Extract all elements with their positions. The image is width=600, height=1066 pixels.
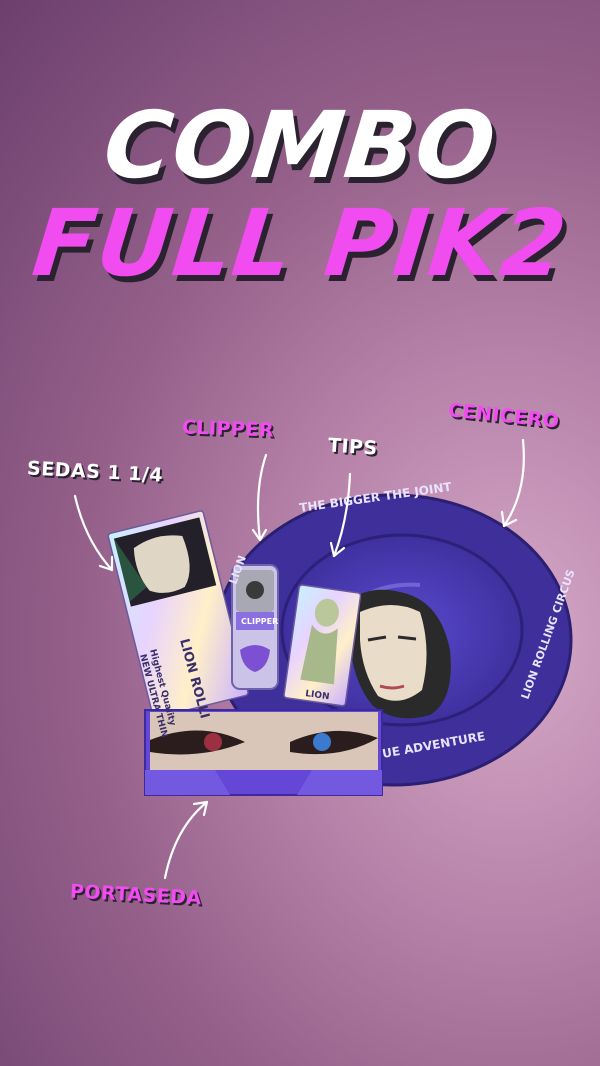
label-clipper: CLIPPER	[181, 416, 275, 442]
arrow-clipper	[256, 453, 268, 542]
label-tips: TIPS	[327, 434, 379, 460]
rolling-papers-pack	[107, 510, 249, 719]
product-illustration: THE BIGGER THE JOINT UE ADVENTURE LION R…	[73, 438, 578, 880]
arrow-portaseda	[163, 800, 209, 880]
arrow-cenicero	[502, 438, 525, 528]
arrow-sedas	[73, 494, 114, 572]
paper-holder-case	[144, 709, 383, 796]
lighter-brand-text: CLIPPER	[241, 617, 278, 626]
